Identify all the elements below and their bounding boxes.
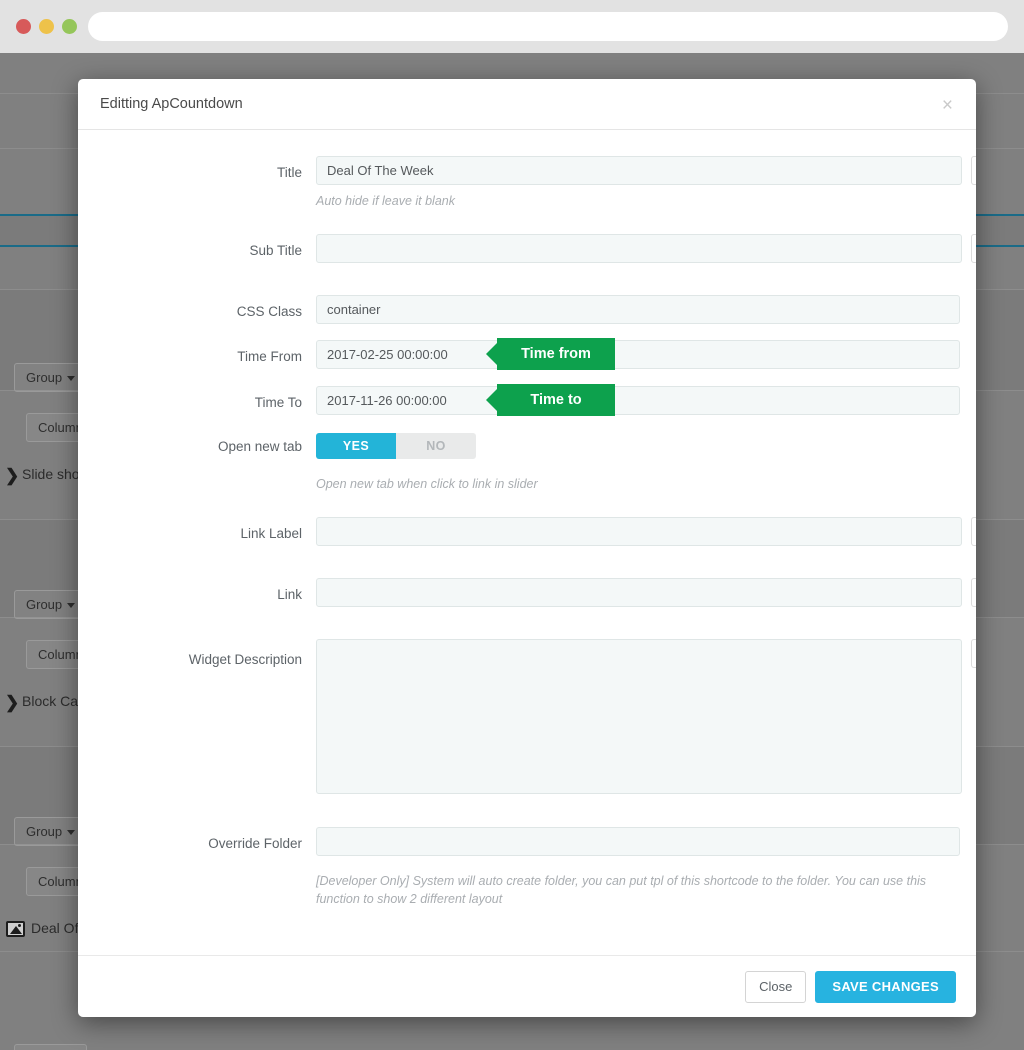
link-language-dropdown[interactable]: en [971,578,976,608]
field-row-sub-title: Sub Title en [94,234,976,264]
time-to-label: Time To [254,395,302,411]
override-folder-help-text: [Developer Only] System will auto create… [316,874,927,907]
field-row-widget-description: Widget Description en [94,639,976,795]
modal-title: Editting ApCountdown [100,96,243,112]
bg-group-label: Group [26,824,63,839]
time-to-input[interactable] [316,386,960,416]
bg-group-button[interactable]: Group [14,817,88,846]
chevron-down-icon [67,603,76,609]
time-from-label: Time From [237,349,302,365]
field-row-link: Link en [94,578,976,608]
bg-group-button[interactable]: Group [14,1044,88,1050]
modal-body: Title en Auto hide if leave it blank Sub… [78,130,976,955]
maximize-window-button[interactable] [62,19,77,34]
override-folder-input[interactable] [316,827,960,857]
css-class-label: CSS Class [236,304,302,320]
chevron-down-icon [67,376,76,382]
bg-group-button[interactable]: Group [14,363,88,392]
address-bar[interactable] [88,12,1008,41]
time-from-callout: Time from [497,338,615,371]
image-icon [6,921,25,937]
field-row-override-folder: Override Folder [Developer Only] System … [94,827,960,908]
save-changes-button[interactable]: SAVE CHANGES [815,970,956,1003]
title-label: Title [276,165,302,180]
field-row-time-from: Time From Time from [94,338,960,371]
bg-group-label: Group [26,370,63,385]
bg-group-button[interactable]: Group [14,590,88,619]
sub-title-label: Sub Title [249,243,302,259]
modal-footer: Close SAVE CHANGES [78,955,976,1017]
time-from-input[interactable] [316,340,960,370]
close-button[interactable]: Close [745,970,807,1003]
close-window-button[interactable] [16,19,31,34]
link-label-input[interactable] [316,517,962,547]
toggle-no-option[interactable]: NO [396,433,476,460]
open-new-tab-toggle[interactable]: YES NO [316,433,476,460]
chevron-right-icon[interactable]: ❯ [5,694,19,711]
bg-column-label: Column [38,647,83,662]
chevron-down-icon [67,830,76,836]
time-to-callout: Time to [497,384,615,417]
toggle-yes-option[interactable]: YES [316,433,396,460]
bg-group-label: Group [26,597,63,612]
widget-description-textarea[interactable] [316,639,962,795]
sub-title-language-dropdown[interactable]: en [971,234,976,264]
edit-widget-modal: Editting ApCountdown × Title en Auto hid… [78,79,976,1017]
sub-title-input[interactable] [316,234,962,264]
open-new-tab-help-text: Open new tab when click to link in slide… [316,477,538,492]
link-input[interactable] [316,578,962,608]
widget-description-language-dropdown[interactable]: en [971,639,976,669]
close-icon[interactable]: × [937,94,958,117]
field-help-title: Auto hide if leave it blank [94,185,960,210]
title-input[interactable] [316,156,962,185]
bg-column-label: Column [38,420,83,435]
chevron-right-icon[interactable]: ❯ [5,467,19,484]
css-class-input[interactable] [316,295,960,325]
bg-column-label: Column [38,874,83,889]
field-row-title: Title en [94,156,976,185]
window-controls [16,19,77,34]
field-row-css-class: CSS Class [94,295,960,325]
field-row-time-to: Time To Time to [94,384,960,417]
title-help-text: Auto hide if leave it blank [316,194,455,208]
modal-header: Editting ApCountdown × [78,79,976,130]
widget-description-label: Widget Description [188,652,302,668]
browser-chrome [0,0,1024,53]
field-row-open-new-tab: Open new tab YES NO Open new tab when cl… [94,433,960,493]
link-label-language-dropdown[interactable]: en [971,517,976,547]
open-new-tab-label: Open new tab [217,439,302,455]
field-row-link-label: Link Label en [94,517,976,547]
override-folder-label: Override Folder [208,836,302,852]
title-language-dropdown[interactable]: en [971,156,976,185]
link-label-label: Link Label [240,526,302,542]
minimize-window-button[interactable] [39,19,54,34]
link-label: Link [277,587,302,603]
